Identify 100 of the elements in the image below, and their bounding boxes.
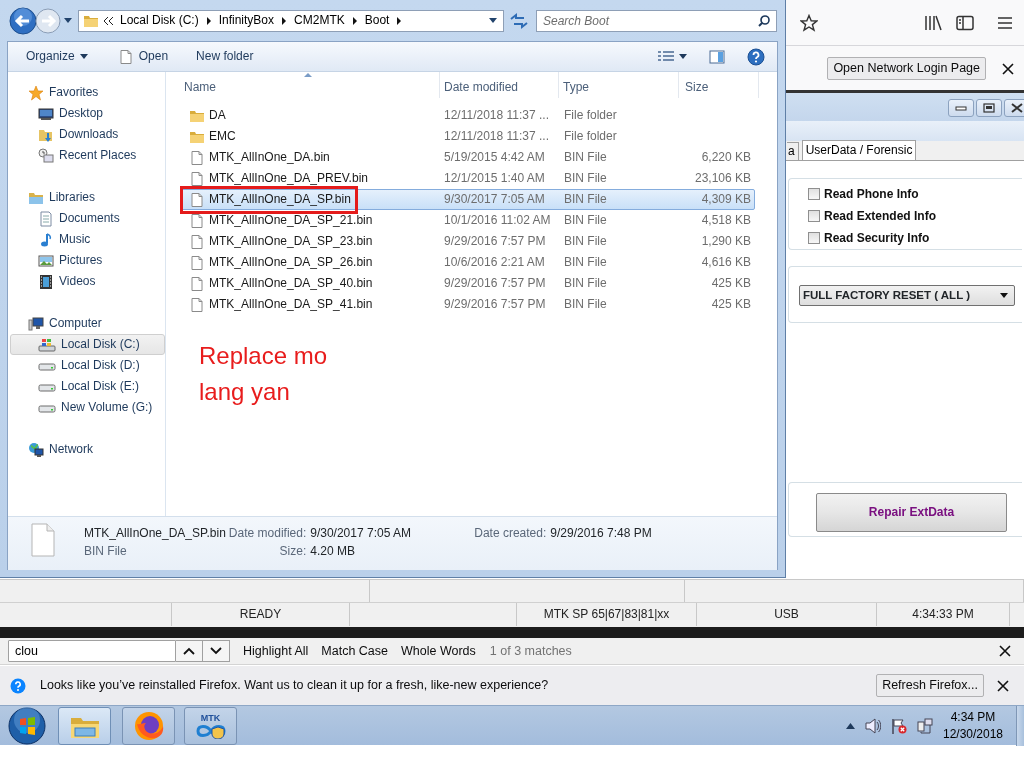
- nav-item[interactable]: Local Disk (D:): [10, 355, 165, 376]
- menu-icon[interactable]: [998, 16, 1012, 29]
- file-row[interactable]: MTK_AllInOne_DA_SP.bin 9/30/2017 7:05 AM BIN File 4,309 KB: [180, 189, 755, 210]
- file-type: BIN File: [564, 234, 607, 249]
- find-option[interactable]: Match Case: [316, 643, 394, 659]
- next-match-button[interactable]: [203, 640, 230, 662]
- file-type: BIN File: [84, 544, 128, 559]
- repair-button[interactable]: Repair ExtData: [816, 493, 1007, 532]
- address-dropdown-icon: [489, 18, 497, 23]
- search-field[interactable]: Search Boot: [536, 9, 777, 32]
- bookmark-star-icon[interactable]: [800, 13, 818, 32]
- close-button[interactable]: [1004, 99, 1024, 117]
- sidebar-icon[interactable]: [956, 14, 974, 31]
- clock-date: 12/30/2018: [942, 725, 1004, 743]
- file-row[interactable]: MTK_AllInOne_DA.bin 5/19/2015 4:42 AM BIN File 6,220 KB: [180, 147, 755, 168]
- close-icon[interactable]: [999, 645, 1011, 657]
- nav-item[interactable]: Recent Places: [10, 145, 165, 166]
- library-icon[interactable]: [924, 14, 942, 31]
- taskbar-button[interactable]: MTK: [184, 706, 237, 745]
- history-dropdown[interactable]: [64, 18, 72, 23]
- nav-item[interactable]: Local Disk (C:): [10, 334, 165, 355]
- file-row[interactable]: MTK_AllInOne_DA_SP_40.bin 9/29/2016 7:57 PM BIN File 425 KB: [180, 273, 755, 294]
- nav-item[interactable]: Documents: [10, 208, 165, 229]
- close-icon[interactable]: [997, 679, 1009, 692]
- preview-pane-button[interactable]: [709, 47, 725, 66]
- nav-item[interactable]: Desktop: [10, 103, 165, 124]
- column-header[interactable]: Size: [679, 72, 759, 98]
- refresh-button[interactable]: [508, 10, 530, 31]
- column-header[interactable]: Date modified: [440, 72, 559, 98]
- file-size: 1,290 KB: [701, 234, 751, 249]
- organize-menu[interactable]: Organize: [26, 47, 88, 66]
- file-size: 4,616 KB: [701, 255, 751, 270]
- file-row[interactable]: MTK_AllInOne_DA_SP_23.bin 9/29/2016 7:57 PM BIN File 1,290 KB: [180, 231, 755, 252]
- file-row[interactable]: MTK_AllInOne_DA_PREV.bin 12/1/2015 1:40 AM BIN File 23,106 KB: [180, 168, 755, 189]
- nav-item[interactable]: Favorites: [10, 82, 165, 103]
- nav-item[interactable]: New Volume (G:): [10, 397, 165, 418]
- refresh-firefox-button[interactable]: Refresh Firefox...: [876, 674, 984, 697]
- checkbox[interactable]: [808, 210, 820, 222]
- file-name: MTK_AllInOne_DA_SP_40.bin: [209, 276, 373, 291]
- picture-icon: [38, 252, 54, 269]
- close-icon[interactable]: [1002, 62, 1014, 75]
- nav-item[interactable]: Downloads: [10, 124, 165, 145]
- find-field[interactable]: clou: [8, 640, 176, 662]
- breadcrumb-item[interactable]: Boot: [362, 13, 392, 28]
- nav-item[interactable]: Libraries: [10, 187, 165, 208]
- date-modified: 10/1/2016 11:02 AM: [443, 213, 552, 228]
- open-button[interactable]: Open: [117, 46, 169, 67]
- help-button[interactable]: [747, 45, 765, 68]
- network-icon[interactable]: [917, 717, 933, 734]
- nav-item[interactable]: Network: [10, 439, 165, 460]
- file-type: File folder: [564, 129, 617, 144]
- breadcrumb-item[interactable]: Local Disk (C:): [118, 13, 201, 28]
- file-size: 425 KB: [711, 276, 751, 291]
- column-header[interactable]: Type: [559, 72, 679, 98]
- file-row[interactable]: DA 12/11/2018 11:37 ... File folder: [180, 105, 755, 126]
- date-modified: 10/6/2016 2:21 AM: [443, 255, 546, 270]
- match-count: 1 of 3 matches: [489, 643, 572, 659]
- date-modified: 9/29/2016 7:57 PM: [443, 297, 547, 312]
- taskbar-button[interactable]: [122, 706, 175, 745]
- file-row[interactable]: MTK_AllInOne_DA_SP_41.bin 9/29/2016 7:57 PM BIN File 425 KB: [180, 294, 755, 315]
- file-name: MTK_AllInOne_DA.bin: [209, 150, 330, 165]
- file-size: 6,220 KB: [701, 150, 751, 165]
- find-option[interactable]: Whole Words: [396, 643, 481, 659]
- file-row[interactable]: MTK_AllInOne_DA_SP_21.bin 10/1/2016 11:02 AM BIN File 4,518 KB: [180, 210, 755, 231]
- nav-item[interactable]: Videos: [10, 271, 165, 292]
- checkbox[interactable]: [808, 188, 820, 200]
- chevrons-icon: [104, 16, 113, 25]
- previous-match-button[interactable]: [176, 640, 203, 662]
- network-login-button[interactable]: Open Network Login Page: [827, 57, 986, 80]
- file-type: BIN File: [564, 213, 607, 228]
- start-button[interactable]: [8, 706, 46, 745]
- maximize-button[interactable]: [976, 99, 1002, 117]
- file-name: DA: [209, 108, 226, 123]
- dropdown[interactable]: FULL FACTORY RESET ( ALL ): [799, 285, 1015, 306]
- sort-arrow-icon: [304, 73, 312, 77]
- tab[interactable]: UserData / Forensic: [801, 140, 917, 160]
- new-folder-button[interactable]: New folder: [196, 47, 254, 66]
- find-option[interactable]: Highlight All: [238, 643, 314, 659]
- file-row[interactable]: EMC 12/11/2018 11:37 ... File folder: [180, 126, 755, 147]
- list-view-icon: [658, 50, 674, 63]
- tab[interactable]: a: [787, 142, 799, 160]
- nav-item[interactable]: Pictures: [10, 250, 165, 271]
- taskbar-button[interactable]: [58, 706, 111, 745]
- nav-item[interactable]: Local Disk (E:): [10, 376, 165, 397]
- show-hidden-icons-button[interactable]: [846, 722, 855, 729]
- address-bar[interactable]: Local Disk (C:) InfinityBox CM2MTK Boot: [78, 9, 504, 32]
- file-type: BIN File: [564, 297, 607, 312]
- file-icon: [117, 48, 134, 65]
- file-row[interactable]: MTK_AllInOne_DA_SP_26.bin 10/6/2016 2:21 AM BIN File 4,616 KB: [180, 252, 755, 273]
- status-text: MTK SP 65|67|83|81|xx: [517, 603, 697, 626]
- nav-item[interactable]: Music: [10, 229, 165, 250]
- breadcrumb-item[interactable]: InfinityBox: [216, 13, 277, 28]
- nav-item[interactable]: Computer: [10, 313, 165, 334]
- caret-icon: [679, 54, 687, 59]
- volume-icon[interactable]: [865, 717, 881, 734]
- action-center-icon[interactable]: [891, 717, 907, 734]
- recent-places-icon: [38, 147, 54, 164]
- breadcrumb-item[interactable]: CM2MTK: [292, 13, 347, 28]
- back-button[interactable]: [9, 6, 37, 35]
- checkbox[interactable]: [808, 232, 820, 244]
